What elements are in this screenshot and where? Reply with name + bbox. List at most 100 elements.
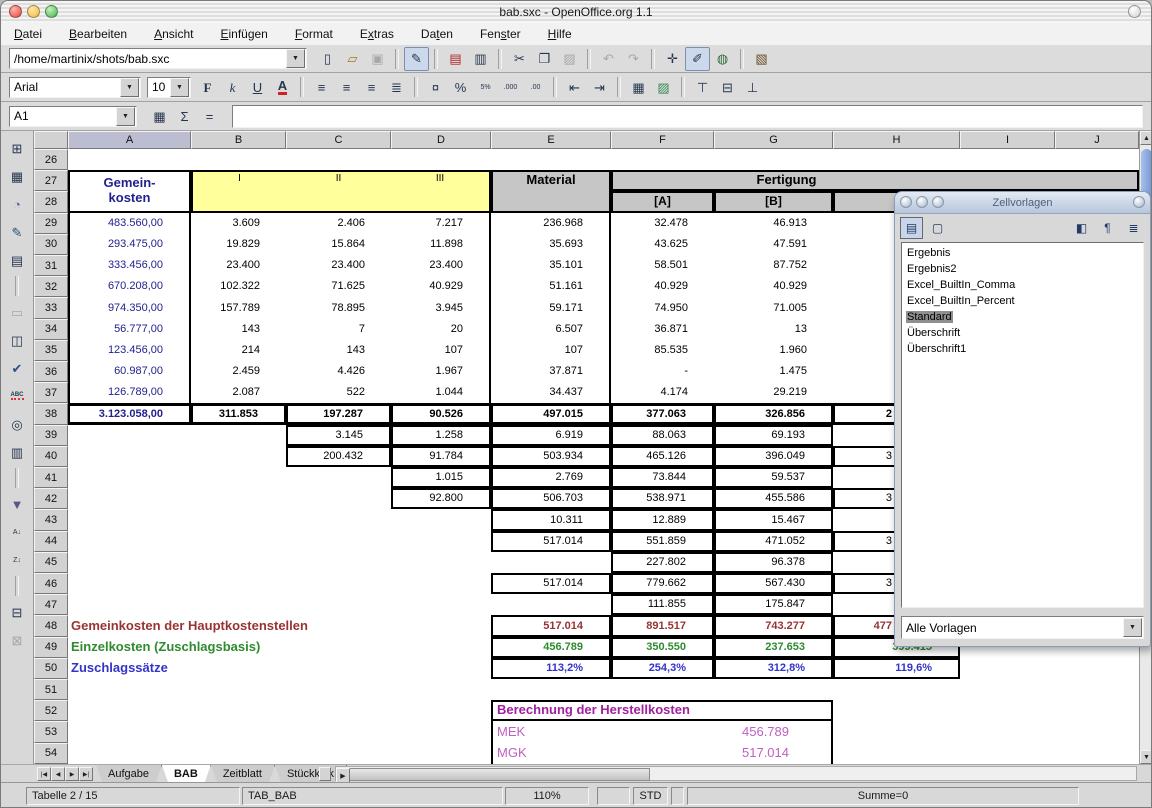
cell-A34[interactable]: 56.777,00 <box>68 319 191 340</box>
number-format-percent-button[interactable]: % <box>448 75 473 99</box>
autofilter-button[interactable]: ▼ <box>4 492 30 516</box>
cell-E46[interactable]: 517.014 <box>491 573 611 594</box>
row-header-48[interactable]: 48 <box>34 615 68 636</box>
cell-E30[interactable]: 35.693 <box>491 234 611 255</box>
decrease-indent-button[interactable]: ⇤ <box>562 75 587 99</box>
cell-B30[interactable]: 19.829 <box>191 234 286 255</box>
ungroup-button[interactable]: ⊠ <box>4 628 30 652</box>
row-header-50[interactable]: 50 <box>34 658 68 679</box>
menu-format[interactable]: Format <box>295 27 333 41</box>
find-replace-button[interactable]: ◎ <box>4 412 30 436</box>
cell-E31[interactable]: 35.101 <box>491 255 611 276</box>
update-style-button[interactable]: ≣ <box>1122 217 1145 239</box>
row-header-51[interactable]: 51 <box>34 679 68 700</box>
style-item-excel-builtin-percent[interactable]: Excel_BuiltIn_Percent <box>902 293 1143 309</box>
cell-F54[interactable]: 517.014 <box>611 743 833 764</box>
align-left-button[interactable]: ≡ <box>309 75 334 99</box>
column-header-F[interactable]: F <box>611 131 714 149</box>
cell-C38[interactable]: 197.287 <box>286 403 391 424</box>
cell-D27[interactable]: III <box>391 170 491 212</box>
cell-G31[interactable]: 87.752 <box>714 255 833 276</box>
increase-indent-button[interactable]: ⇥ <box>587 75 612 99</box>
menu-hilfe[interactable]: Hilfe <box>548 27 572 41</box>
cell-G39[interactable]: 69.193 <box>714 425 833 446</box>
cell-G43[interactable]: 15.467 <box>714 509 833 530</box>
cell-C29[interactable]: 2.406 <box>286 213 391 234</box>
sheet-tab-bab[interactable]: BAB <box>162 765 211 782</box>
cell-F40[interactable]: 465.126 <box>611 446 714 467</box>
style-item--berschrift1[interactable]: Überschrift1 <box>902 341 1143 357</box>
cell-F28[interactable]: [A] <box>611 191 714 212</box>
cell-C27[interactable]: II <box>286 170 391 212</box>
cell-D41[interactable]: 1.015 <box>391 467 491 488</box>
cell-F35[interactable]: 85.535 <box>611 340 714 361</box>
cell-C31[interactable]: 23.400 <box>286 255 391 276</box>
font-name-dropdown-arrow-icon[interactable]: ▼ <box>120 78 139 97</box>
print-file-button[interactable]: ▥ <box>468 47 493 71</box>
cell-C34[interactable]: 7 <box>286 319 391 340</box>
new-style-from-selection-button[interactable]: ¶ <box>1096 217 1119 239</box>
column-header-G[interactable]: G <box>714 131 833 149</box>
cell-B32[interactable]: 102.322 <box>191 276 286 297</box>
cell-F49[interactable]: 350.550 <box>611 637 714 658</box>
background-color-button[interactable]: ▨ <box>651 75 676 99</box>
tab-split-handle[interactable] <box>319 767 331 781</box>
style-item-ergebnis2[interactable]: Ergebnis2 <box>902 261 1143 277</box>
group-button[interactable]: ⊟ <box>4 600 30 624</box>
row-header-36[interactable]: 36 <box>34 361 68 382</box>
cell-A38[interactable]: 3.123.058,00 <box>68 403 191 424</box>
cell-D39[interactable]: 1.258 <box>391 425 491 446</box>
cell-E50[interactable]: 113,2% <box>491 658 611 679</box>
align-right-button[interactable]: ≡ <box>359 75 384 99</box>
row-header-44[interactable]: 44 <box>34 531 68 552</box>
first-sheet-button[interactable]: |◀ <box>37 767 51 781</box>
font-size-dropdown-arrow-icon[interactable]: ▼ <box>170 78 189 97</box>
open-document-button[interactable]: ▱ <box>340 47 365 71</box>
column-header-D[interactable]: D <box>391 131 491 149</box>
cell-E34[interactable]: 6.507 <box>491 319 611 340</box>
cell-A37[interactable]: 126.789,00 <box>68 382 191 403</box>
underline-button[interactable]: U <box>245 75 270 99</box>
cell-D29[interactable]: 7.217 <box>391 213 491 234</box>
menu-einf-gen[interactable]: Einfügen <box>220 27 267 41</box>
cell-F37[interactable]: 4.174 <box>611 382 714 403</box>
borders-button[interactable]: ▦ <box>626 75 651 99</box>
cell-A27[interactable]: Gemein- kosten <box>68 170 191 212</box>
insert-graphics-button[interactable]: ▧ <box>749 47 774 71</box>
panel-close-button[interactable] <box>900 196 912 208</box>
cell-D36[interactable]: 1.967 <box>391 361 491 382</box>
cell-G40[interactable]: 396.049 <box>714 446 833 467</box>
cell-A32[interactable]: 670.208,00 <box>68 276 191 297</box>
cell-G47[interactable]: 175.847 <box>714 594 833 615</box>
row-header-53[interactable]: 53 <box>34 721 68 742</box>
column-header-A[interactable]: A <box>68 131 191 149</box>
cell-G37[interactable]: 29.219 <box>714 382 833 403</box>
gallery-button[interactable]: ◍ <box>710 47 735 71</box>
row-header-54[interactable]: 54 <box>34 743 68 764</box>
row-header-31[interactable]: 31 <box>34 255 68 276</box>
row-header-47[interactable]: 47 <box>34 594 68 615</box>
cell-G29[interactable]: 46.913 <box>714 213 833 234</box>
cell-B33[interactable]: 157.789 <box>191 297 286 318</box>
sheet-tab-aufgabe[interactable]: Aufgabe <box>96 765 162 782</box>
undo-button[interactable]: ↶ <box>596 47 621 71</box>
cell-A49[interactable]: Einzelkosten (Zuschlagsbasis) <box>68 637 491 658</box>
cell-styles-button[interactable]: ▤ <box>900 217 923 239</box>
sort-ascending-button[interactable]: A↓ <box>4 520 30 544</box>
insert-cells-button[interactable]: ▦ <box>4 164 30 188</box>
cell-F29[interactable]: 32.478 <box>611 213 714 234</box>
row-header-46[interactable]: 46 <box>34 573 68 594</box>
cell-D38[interactable]: 90.526 <box>391 403 491 424</box>
number-format-standard-button[interactable]: 5% <box>473 75 498 99</box>
cell-C37[interactable]: 522 <box>286 382 391 403</box>
align-center-vertical-button[interactable]: ⊟ <box>715 75 740 99</box>
cell-F46[interactable]: 779.662 <box>611 573 714 594</box>
cell-E35[interactable]: 107 <box>491 340 611 361</box>
bold-button[interactable]: F <box>195 75 220 99</box>
edit-file-button[interactable]: ✎ <box>404 47 429 71</box>
row-header-33[interactable]: 33 <box>34 297 68 318</box>
cell-E36[interactable]: 37.871 <box>491 361 611 382</box>
cell-A29[interactable]: 483.560,00 <box>68 213 191 234</box>
cell-D35[interactable]: 107 <box>391 340 491 361</box>
style-filter-combobox[interactable]: Alle Vorlagen ▼ <box>901 616 1144 639</box>
